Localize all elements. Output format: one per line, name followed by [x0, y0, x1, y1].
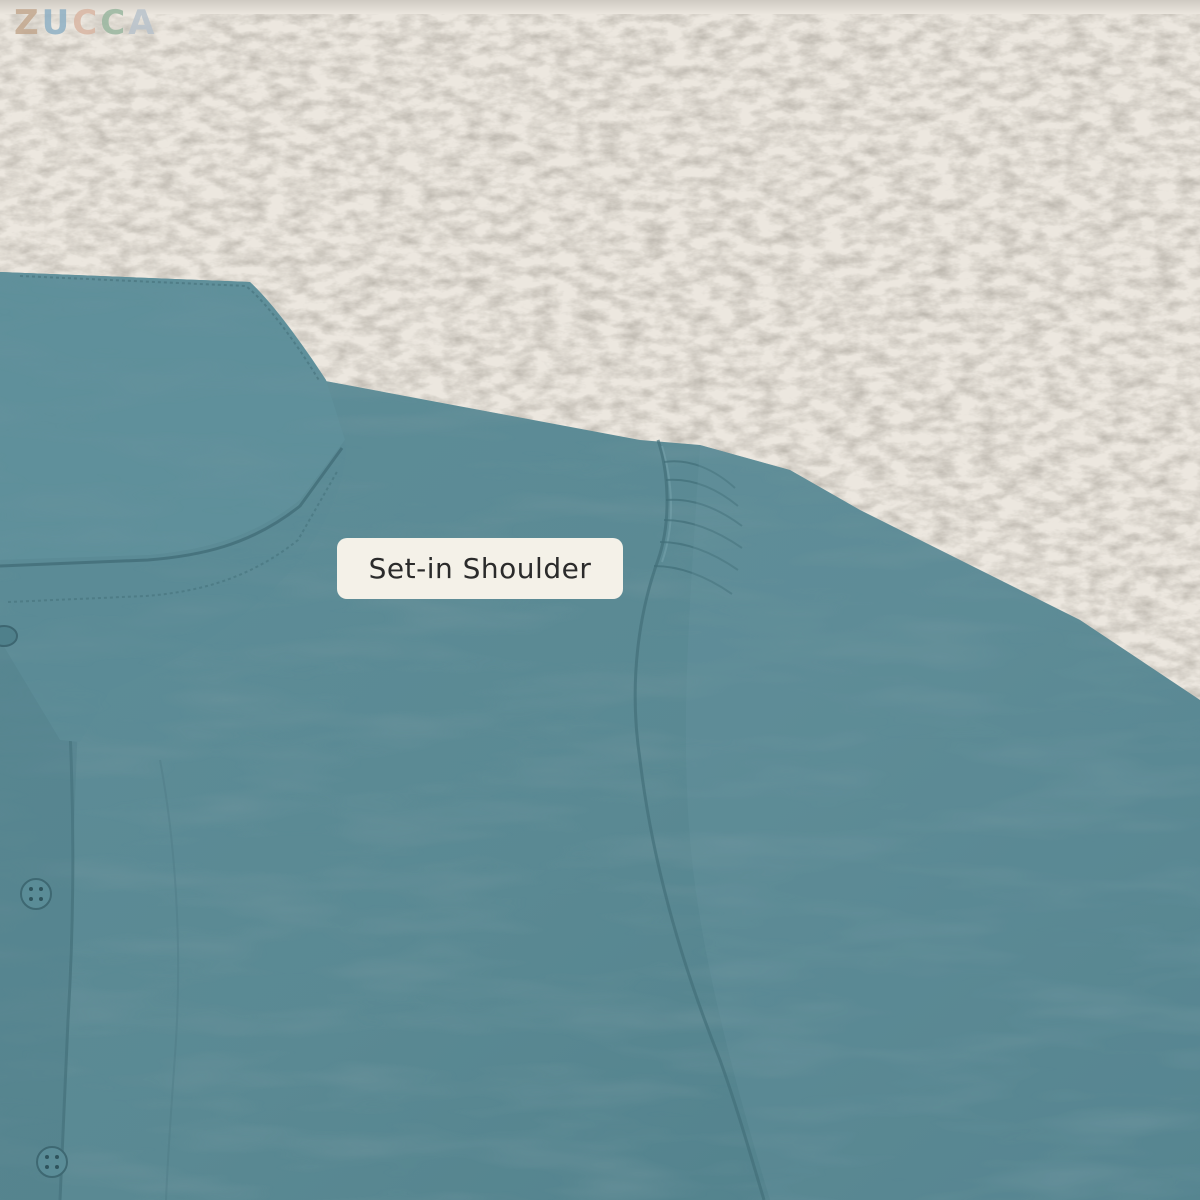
logo-letter: A: [128, 3, 158, 43]
button-middle: [20, 878, 52, 910]
logo-letter: C: [72, 3, 101, 43]
annotation-label: Set-in Shoulder: [337, 538, 623, 599]
rug-edge: [0, 0, 1200, 14]
button-top: [0, 625, 18, 647]
button-bottom: [36, 1146, 68, 1178]
logo-letter: C: [100, 3, 129, 43]
logo-letter: Z: [14, 3, 42, 43]
logo-letter: U: [41, 3, 73, 43]
brand-logo: Z U C C A: [14, 6, 158, 40]
product-photo: [0, 0, 1200, 1200]
